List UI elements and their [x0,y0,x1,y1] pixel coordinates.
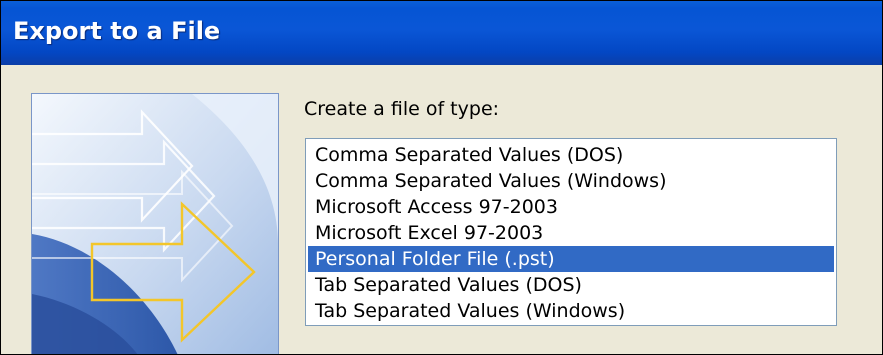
file-type-listbox[interactable]: Comma Separated Values (DOS) Comma Separ… [305,138,837,326]
list-item-tsv-dos[interactable]: Tab Separated Values (DOS) [308,272,834,298]
export-arrows-graphic-icon [31,93,279,354]
wizard-title: Export to a File [13,17,221,45]
list-item-excel[interactable]: Microsoft Excel 97-2003 [308,220,834,246]
list-item-csv-windows[interactable]: Comma Separated Values (Windows) [308,168,834,194]
list-item-csv-dos[interactable]: Comma Separated Values (DOS) [308,142,834,168]
export-to-file-dialog: Export to a File Create a file of type: … [0,0,883,355]
file-type-label: Create a file of type: [304,98,500,120]
list-item-tsv-windows[interactable]: Tab Separated Values (Windows) [308,298,834,324]
list-item-access[interactable]: Microsoft Access 97-2003 [308,194,834,220]
list-item-pst[interactable]: Personal Folder File (.pst) [308,246,834,272]
wizard-title-bar: Export to a File [1,1,882,65]
